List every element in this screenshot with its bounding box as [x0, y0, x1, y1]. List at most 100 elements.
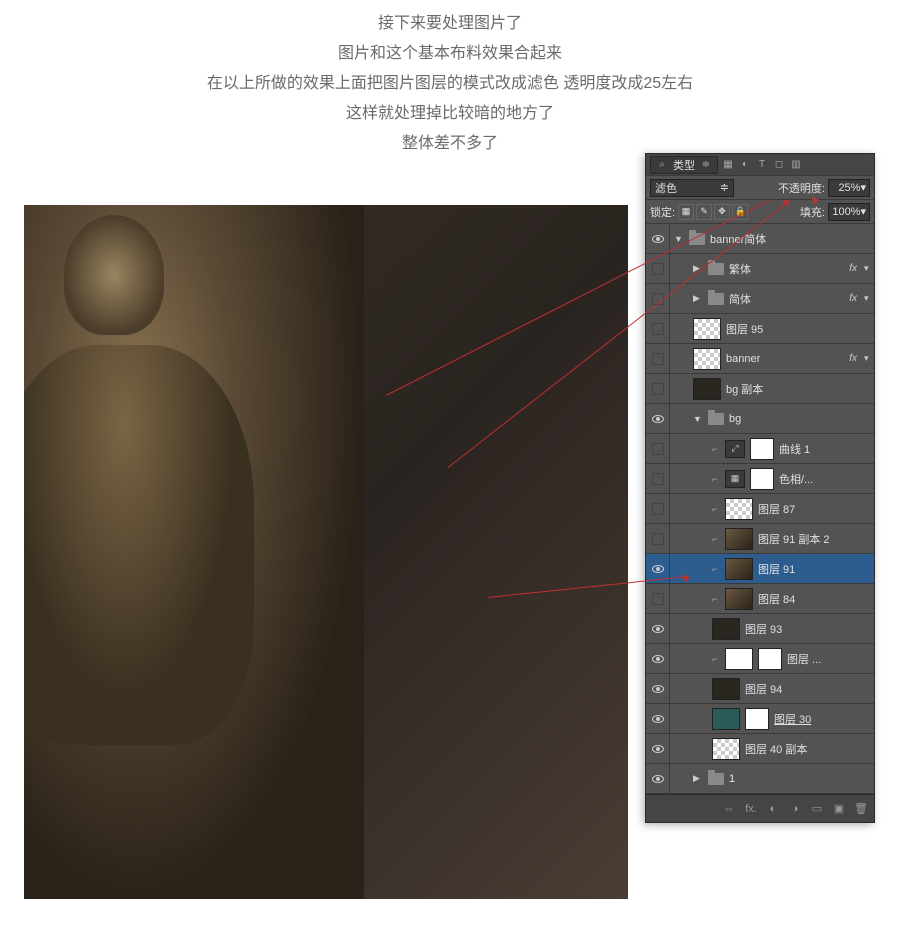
- visibility-toggle[interactable]: [652, 263, 664, 275]
- clip-icon: ⌐: [712, 654, 720, 664]
- fill-input[interactable]: 100% ▾: [828, 203, 870, 221]
- type-filter-icon[interactable]: T: [755, 158, 769, 172]
- layer-thumbnail[interactable]: [693, 378, 721, 400]
- folder-icon: [708, 263, 724, 275]
- layer-name: 图层 30: [774, 711, 874, 727]
- lock-label: 锁定:: [650, 204, 675, 220]
- curves-icon[interactable]: ⤢: [725, 440, 745, 458]
- visibility-toggle[interactable]: [652, 685, 664, 693]
- pixel-filter-icon[interactable]: ▦: [721, 158, 735, 172]
- disclosure-icon[interactable]: ▼: [693, 414, 703, 424]
- instruction-text: 接下来要处理图片了 图片和这个基本布料效果合起来 在以上所做的效果上面把图片图层…: [0, 0, 900, 158]
- chevron-down-icon: ≑: [720, 181, 729, 194]
- layer-group-banner-jianti[interactable]: ▼banner简体: [646, 224, 874, 254]
- adjustment-icon[interactable]: ◑: [788, 803, 802, 815]
- mask-thumbnail[interactable]: [758, 648, 782, 670]
- fill-label: 填充:: [800, 204, 825, 220]
- instruction-line-1: 接下来要处理图片了: [0, 10, 900, 38]
- visibility-toggle[interactable]: [652, 625, 664, 633]
- visibility-toggle[interactable]: [652, 383, 664, 395]
- layer-thumbnail[interactable]: [725, 648, 753, 670]
- layer-group-fanti[interactable]: ▶繁体fx▾: [646, 254, 874, 284]
- instruction-line-3: 在以上所做的效果上面把图片图层的模式改成滤色 透明度改成25左右: [0, 70, 900, 98]
- layer-curves-1[interactable]: ⌐⤢曲线 1: [646, 434, 874, 464]
- panel-bottom-toolbar: ⇔ fx. ◐ ◑ ▭ ▣ 🗑: [646, 794, 874, 822]
- layer-thumbnail[interactable]: [725, 528, 753, 550]
- visibility-toggle[interactable]: [652, 353, 664, 365]
- smart-filter-icon[interactable]: ▥: [789, 158, 803, 172]
- disclosure-icon[interactable]: ▶: [693, 773, 703, 784]
- visibility-toggle[interactable]: [652, 473, 664, 485]
- layer-95[interactable]: 图层 95: [646, 314, 874, 344]
- layer-thumbnail[interactable]: [725, 498, 753, 520]
- layer-thumbnail[interactable]: [693, 318, 721, 340]
- visibility-toggle[interactable]: [652, 745, 664, 753]
- opacity-input[interactable]: 25% ▾: [828, 179, 870, 197]
- visibility-toggle[interactable]: [652, 565, 664, 573]
- mask-thumbnail[interactable]: [750, 438, 774, 460]
- chevron-icon[interactable]: ▾: [864, 263, 874, 274]
- layer-group-1[interactable]: ▶1: [646, 764, 874, 794]
- layer-thumbnail[interactable]: [712, 738, 740, 760]
- visibility-toggle[interactable]: [652, 503, 664, 515]
- shape-filter-icon[interactable]: ◻: [772, 158, 786, 172]
- lock-position-icon[interactable]: ✥: [714, 204, 730, 220]
- trash-icon[interactable]: 🗑: [854, 802, 868, 815]
- visibility-toggle[interactable]: [652, 655, 664, 663]
- layer-thumbnail[interactable]: [725, 558, 753, 580]
- statue-image: [24, 205, 364, 899]
- fx-indicator[interactable]: fx: [849, 353, 857, 364]
- adjustment-filter-icon[interactable]: ◐: [738, 158, 752, 172]
- visibility-toggle[interactable]: [652, 323, 664, 335]
- mask-icon[interactable]: ◐: [766, 803, 780, 815]
- layer-dots[interactable]: ⌐图层 ...: [646, 644, 874, 674]
- layer-bg-copy[interactable]: bg 副本: [646, 374, 874, 404]
- layer-thumbnail[interactable]: [712, 618, 740, 640]
- layer-thumbnail[interactable]: [712, 708, 740, 730]
- visibility-toggle[interactable]: [652, 443, 664, 455]
- layer-thumbnail[interactable]: [693, 348, 721, 370]
- layer-name: 图层 95: [726, 321, 874, 337]
- layer-94[interactable]: 图层 94: [646, 674, 874, 704]
- hue-icon[interactable]: ▦: [725, 470, 745, 488]
- fx-indicator[interactable]: fx: [849, 293, 857, 304]
- fx-icon[interactable]: fx.: [744, 803, 758, 815]
- layer-name: 图层 84: [758, 591, 874, 607]
- new-group-icon[interactable]: ▭: [810, 802, 824, 815]
- chevron-icon[interactable]: ▾: [864, 293, 874, 304]
- clip-icon: ⌐: [712, 474, 720, 484]
- blend-mode-select[interactable]: 滤色 ≑: [650, 179, 734, 197]
- layer-91-copy-2[interactable]: ⌐图层 91 副本 2: [646, 524, 874, 554]
- layer-group-jianti[interactable]: ▶简体fx▾: [646, 284, 874, 314]
- visibility-toggle[interactable]: [652, 415, 664, 423]
- visibility-toggle[interactable]: [652, 533, 664, 545]
- mask-thumbnail[interactable]: [750, 468, 774, 490]
- kind-filter-dropdown[interactable]: ⌕ 类型 ≑: [650, 156, 718, 174]
- clip-icon: ⌐: [712, 564, 720, 574]
- layer-thumbnail[interactable]: [712, 678, 740, 700]
- layer-banner[interactable]: bannerfx▾: [646, 344, 874, 374]
- visibility-toggle[interactable]: [652, 775, 664, 783]
- disclosure-icon[interactable]: ▼: [674, 234, 684, 244]
- lock-transparency-icon[interactable]: ▦: [678, 204, 694, 220]
- layer-84[interactable]: ⌐图层 84: [646, 584, 874, 614]
- link-layers-icon[interactable]: ⇔: [722, 803, 736, 815]
- layer-91[interactable]: ⌐图层 91: [646, 554, 874, 584]
- new-layer-icon[interactable]: ▣: [832, 802, 846, 815]
- fx-indicator[interactable]: fx: [849, 263, 857, 274]
- chevron-icon[interactable]: ▾: [864, 353, 874, 364]
- layer-hue[interactable]: ⌐▦色相/...: [646, 464, 874, 494]
- layer-40-copy[interactable]: 图层 40 副本: [646, 734, 874, 764]
- mask-thumbnail[interactable]: [745, 708, 769, 730]
- layer-group-bg[interactable]: ▼bg: [646, 404, 874, 434]
- layer-30[interactable]: 图层 30: [646, 704, 874, 734]
- layer-thumbnail[interactable]: [725, 588, 753, 610]
- layer-87[interactable]: ⌐图层 87: [646, 494, 874, 524]
- disclosure-icon[interactable]: ▶: [693, 293, 703, 304]
- lock-pixels-icon[interactable]: ✎: [696, 204, 712, 220]
- layer-93[interactable]: 图层 93: [646, 614, 874, 644]
- visibility-toggle[interactable]: [652, 593, 664, 605]
- visibility-toggle[interactable]: [652, 715, 664, 723]
- blend-row: 滤色 ≑ 不透明度: 25% ▾: [646, 176, 874, 200]
- visibility-toggle[interactable]: [652, 235, 664, 243]
